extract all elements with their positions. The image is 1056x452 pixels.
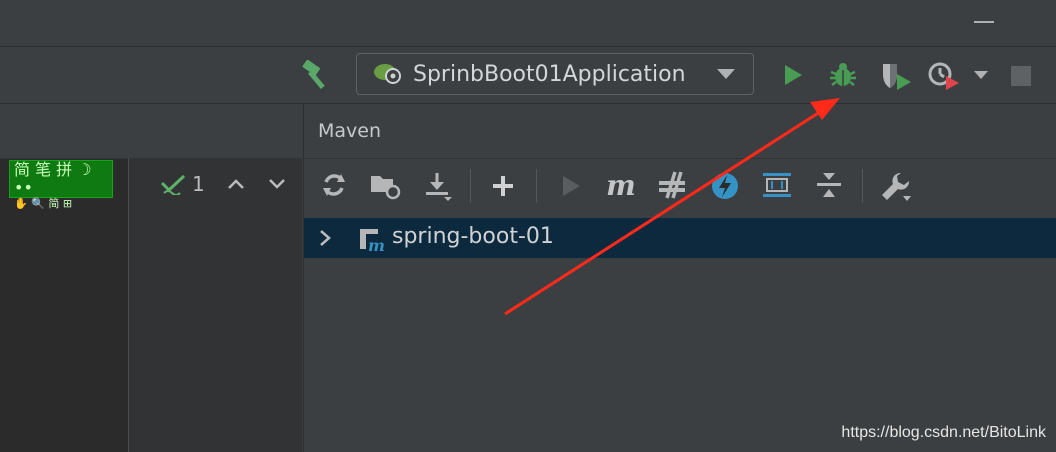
execute-goal-icon[interactable]: m bbox=[602, 169, 640, 202]
editor-gutter-area bbox=[129, 159, 302, 452]
maven-toolbar: m bbox=[304, 158, 1056, 209]
left-pane-header bbox=[0, 104, 302, 159]
hammer-icon[interactable] bbox=[298, 59, 334, 91]
minimize-button[interactable] bbox=[972, 16, 996, 28]
toggle-offline-icon[interactable] bbox=[654, 169, 690, 201]
toolbar-separator bbox=[536, 169, 537, 203]
spring-boot-icon bbox=[373, 59, 403, 89]
run-icon[interactable] bbox=[778, 60, 808, 90]
inspection-status[interactable]: 1 bbox=[160, 172, 205, 196]
skip-tests-icon[interactable] bbox=[708, 169, 742, 203]
add-folder-icon[interactable] bbox=[368, 169, 402, 201]
show-dependencies-icon[interactable] bbox=[760, 169, 794, 201]
run-maven-icon[interactable] bbox=[556, 171, 586, 201]
reload-icon[interactable] bbox=[318, 169, 350, 201]
svg-text:m: m bbox=[368, 236, 385, 252]
toolbar-separator bbox=[862, 169, 863, 203]
ime-line-2: ✋ 🔍 简 ⊞ bbox=[14, 197, 73, 210]
chevron-down-icon[interactable] bbox=[267, 174, 287, 194]
download-icon[interactable] bbox=[422, 169, 456, 203]
collapse-all-icon[interactable] bbox=[812, 169, 846, 201]
check-icon bbox=[160, 174, 186, 195]
main-toolbar: SprinbBoot01Application bbox=[0, 47, 1056, 104]
window-title-bar bbox=[0, 0, 1056, 47]
settings-wrench-icon[interactable] bbox=[878, 169, 914, 205]
ime-line-1: 简 笔 拼 ☽ •• bbox=[14, 160, 92, 197]
maven-title: Maven bbox=[318, 120, 382, 142]
left-tool-area bbox=[0, 104, 302, 452]
inspection-count: 1 bbox=[192, 172, 205, 196]
coverage-icon[interactable] bbox=[878, 59, 914, 93]
plus-icon[interactable] bbox=[488, 171, 518, 201]
maven-project-name: spring-boot-01 bbox=[392, 224, 554, 249]
stop-icon[interactable] bbox=[1008, 63, 1034, 89]
run-configuration-name: SprinbBoot01Application bbox=[413, 61, 686, 87]
chevron-up-icon[interactable] bbox=[226, 174, 246, 194]
maven-module-icon: m bbox=[358, 226, 386, 256]
toolbar-separator bbox=[470, 169, 471, 203]
debug-icon[interactable] bbox=[826, 58, 860, 92]
watermark: https://blog.csdn.net/BitoLink bbox=[841, 424, 1046, 441]
profile-icon[interactable] bbox=[926, 59, 962, 93]
maven-tool-window: Maven m m spring-boot-01 bbox=[303, 104, 1056, 452]
ime-status-widget[interactable]: 简 笔 拼 ☽ •• ✋ 🔍 简 ⊞ bbox=[9, 160, 113, 210]
maven-project-row[interactable]: m spring-boot-01 bbox=[304, 218, 1056, 258]
chevron-down-icon[interactable] bbox=[970, 67, 992, 83]
chevron-right-icon[interactable] bbox=[318, 229, 332, 251]
run-configuration-selector[interactable]: SprinbBoot01Application bbox=[356, 53, 754, 95]
chevron-down-icon bbox=[717, 69, 735, 79]
